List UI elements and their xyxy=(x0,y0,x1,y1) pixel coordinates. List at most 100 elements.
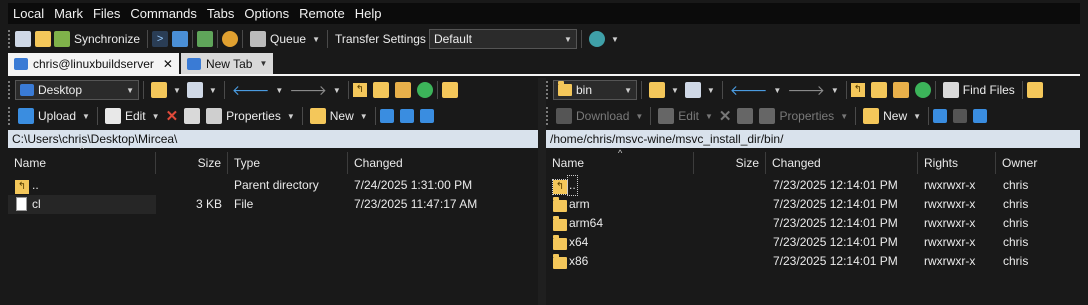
left-col-size[interactable]: Size xyxy=(156,152,228,174)
putty-icon[interactable] xyxy=(172,31,189,47)
left-col-type[interactable]: Type xyxy=(228,152,348,174)
left-open-dir-button[interactable]: ▼ xyxy=(148,79,184,101)
left-drive-select[interactable]: Desktop ▼ xyxy=(15,80,139,100)
file-name: x64 xyxy=(569,235,589,249)
select-plus-icon[interactable] xyxy=(379,109,394,123)
parent-directory-icon[interactable]: ↰ xyxy=(850,83,865,97)
right-col-size[interactable]: Size xyxy=(694,152,766,174)
menu-options[interactable]: Options xyxy=(239,3,294,24)
select-minus-icon[interactable] xyxy=(953,109,968,123)
left-col-changed[interactable]: Changed xyxy=(348,152,538,174)
chevron-down-icon: ▼ xyxy=(840,111,849,121)
new-tab-icon xyxy=(186,57,201,70)
synchronize-button[interactable]: Synchronize xyxy=(51,28,143,50)
toolbar-separator xyxy=(143,81,144,99)
table-row[interactable]: ↰ .. 7/23/2025 12:14:01 PM rwxrwxr-x chr… xyxy=(546,175,1080,196)
table-row[interactable]: ↰ .. Parent directory 7/24/2025 1:31:00 … xyxy=(8,176,538,195)
toolbar-grip xyxy=(8,107,12,125)
menu-local[interactable]: Local xyxy=(8,3,49,24)
transfer-settings-select[interactable]: Default ▼ xyxy=(428,29,577,49)
home-icon[interactable] xyxy=(394,82,411,98)
chevron-down-icon[interactable]: ▼ xyxy=(259,59,267,68)
menu-commands[interactable]: Commands xyxy=(125,3,201,24)
new-icon xyxy=(309,108,326,124)
right-col-changed[interactable]: Changed xyxy=(766,152,918,174)
right-col-owner[interactable]: Owner xyxy=(996,152,1076,174)
folder-icon xyxy=(553,197,567,212)
left-forward-button[interactable]: 🡒 ▼ xyxy=(286,79,343,101)
chevron-down-icon: ▼ xyxy=(173,85,181,95)
synchronize-icon xyxy=(54,31,70,47)
console-icon[interactable]: > xyxy=(152,31,169,47)
menu-remote[interactable]: Remote xyxy=(294,3,350,24)
filter-select-icon[interactable] xyxy=(419,109,434,123)
left-filter-button[interactable]: ▼ xyxy=(184,79,220,101)
right-path-bar[interactable]: /home/chris/msvc-wine/msvc_install_dir/b… xyxy=(546,130,1080,148)
keep-remote-up-to-date-icon[interactable] xyxy=(35,31,51,47)
tab-new[interactable]: New Tab ▼ xyxy=(180,53,274,74)
right-back-button[interactable]: 🡐 ▼ xyxy=(727,79,784,101)
properties-icon xyxy=(759,108,776,124)
refresh-icon[interactable] xyxy=(914,82,931,98)
table-row[interactable]: x64 7/23/2025 12:14:01 PM rwxrwxr-x chri… xyxy=(546,233,1080,252)
right-col-rights[interactable]: Rights xyxy=(918,152,996,174)
select-minus-icon[interactable] xyxy=(399,109,414,123)
upload-button[interactable]: Upload ▼ xyxy=(15,105,93,127)
table-row[interactable]: x86 7/23/2025 12:14:01 PM rwxrwxr-x chri… xyxy=(546,252,1080,271)
tab-underline xyxy=(8,74,1080,76)
queue-button[interactable]: Queue ▼ xyxy=(247,28,323,50)
tab-session[interactable]: chris@linuxbuildserver ✕ xyxy=(8,53,179,74)
right-dir-select[interactable]: bin ▼ xyxy=(553,80,637,100)
parent-directory-icon[interactable]: ↰ xyxy=(352,83,367,97)
compare-directories-icon[interactable] xyxy=(15,31,31,47)
left-delete-button[interactable]: ✕ xyxy=(163,105,182,127)
right-properties-button[interactable]: Properties ▼ xyxy=(756,105,851,127)
right-col-name[interactable]: Name xyxy=(546,152,694,174)
filter-select-icon[interactable] xyxy=(973,109,988,123)
left-new-button[interactable]: New ▼ xyxy=(307,105,371,127)
preset-button[interactable]: ▼ xyxy=(586,28,622,50)
left-rename-button[interactable] xyxy=(181,105,203,127)
right-forward-button[interactable]: 🡒 ▼ xyxy=(784,79,841,101)
right-edit-button[interactable]: Edit ▼ xyxy=(655,105,716,127)
right-open-dir-button[interactable]: ▼ xyxy=(646,79,682,101)
refresh-icon[interactable] xyxy=(416,82,433,98)
download-button[interactable]: Download ▼ xyxy=(553,105,646,127)
find-directory-icon[interactable] xyxy=(1026,82,1043,98)
toolbar-separator xyxy=(721,81,723,99)
right-new-button[interactable]: New ▼ xyxy=(860,105,924,127)
refresh-queue-icon[interactable] xyxy=(197,31,214,47)
file-name: cl xyxy=(32,197,41,211)
find-directory-icon[interactable] xyxy=(441,82,458,98)
left-back-button[interactable]: 🡐 ▼ xyxy=(229,79,286,101)
left-edit-button[interactable]: Edit ▼ xyxy=(102,105,163,127)
right-filter-button[interactable]: ▼ xyxy=(682,79,718,101)
root-directory-icon[interactable] xyxy=(372,82,389,98)
table-row[interactable]: arm 7/23/2025 12:14:01 PM rwxrwxr-x chri… xyxy=(546,195,1080,214)
table-row[interactable]: cl 3 KB File 7/23/2025 11:47:17 AM xyxy=(8,195,538,214)
left-properties-button[interactable]: Properties ▼ xyxy=(203,105,298,127)
menu-mark[interactable]: Mark xyxy=(49,3,88,24)
upload-label: Upload xyxy=(38,109,77,123)
panel-splitter[interactable] xyxy=(538,78,546,305)
toolbar-separator xyxy=(934,81,936,99)
menu-files[interactable]: Files xyxy=(88,3,125,24)
left-col-name[interactable]: Name xyxy=(8,152,156,174)
select-plus-icon[interactable] xyxy=(933,109,948,123)
root-directory-icon[interactable] xyxy=(870,82,887,98)
preferences-gear-icon[interactable] xyxy=(222,31,239,47)
rename-icon xyxy=(184,108,201,124)
table-row[interactable]: arm64 7/23/2025 12:14:01 PM rwxrwxr-x ch… xyxy=(546,214,1080,233)
find-files-button[interactable]: Find Files xyxy=(940,79,1018,101)
close-icon[interactable]: ✕ xyxy=(163,57,173,71)
right-rename-button[interactable] xyxy=(734,105,756,127)
menu-help[interactable]: Help xyxy=(350,3,387,24)
left-path-bar[interactable]: C:\Users\chris\Desktop\Mircea\ xyxy=(8,130,538,148)
right-delete-button[interactable]: ✕ xyxy=(716,105,735,127)
home-icon[interactable] xyxy=(892,82,909,98)
arrow-right-icon: 🡒 xyxy=(787,81,825,98)
transfer-settings-value: Default xyxy=(433,32,472,46)
file-rights: rwxrwxr-x xyxy=(924,254,976,268)
menu-tabs[interactable]: Tabs xyxy=(202,3,239,24)
left-header-row: Name Size Type Changed xyxy=(8,152,538,174)
